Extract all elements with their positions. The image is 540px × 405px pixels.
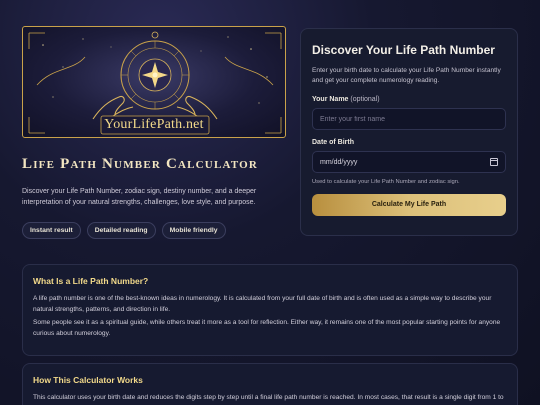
name-input[interactable]	[312, 108, 506, 130]
badge-mobile-friendly: Mobile friendly	[161, 222, 226, 239]
page-title: Life Path Number Calculator	[22, 156, 259, 172]
dob-hint: Used to calculate your Life Path Number …	[312, 179, 460, 185]
form-title: Discover Your Life Path Number	[312, 43, 495, 57]
calendar-icon[interactable]	[490, 158, 498, 166]
section-how-it-works: How This Calculator Works This calculato…	[22, 363, 518, 405]
dob-label: Date of Birth	[312, 139, 354, 146]
page: YourLifePath.net Life Path Number Calcul…	[0, 0, 540, 405]
name-optional-note: (optional)	[350, 96, 380, 103]
intro-text: Discover your Life Path Number, zodiac s…	[22, 188, 257, 206]
section-title: How This Calculator Works	[33, 375, 143, 385]
section-paragraph: This calculator uses your birth date and…	[33, 394, 504, 405]
dob-input-value: mm/dd/yyyy	[320, 158, 358, 166]
section-what-is: What Is a Life Path Number? A life path …	[22, 264, 518, 356]
calculate-button[interactable]: Calculate My Life Path	[312, 193, 506, 216]
badge-instant-result: Instant result	[22, 222, 81, 239]
logo-text: YourLifePath.net	[104, 117, 204, 132]
section-paragraph: Some people see it as a spiritual guide,…	[33, 319, 501, 337]
section-title: What Is a Life Path Number?	[33, 276, 149, 286]
name-label-text: Your Name	[312, 96, 349, 103]
site-logo[interactable]: YourLifePath.net	[22, 26, 286, 138]
badge-detailed-reading: Detailed reading	[86, 222, 156, 239]
form-description: Enter your birth date to calculate your …	[312, 67, 501, 84]
feature-badges: Instant result Detailed reading Mobile f…	[22, 222, 226, 239]
name-label: Your Name (optional)	[312, 96, 506, 103]
dob-input[interactable]: mm/dd/yyyy	[312, 151, 506, 173]
section-paragraph: A life path number is one of the best-kn…	[33, 295, 492, 313]
calculator-form: Discover Your Life Path Number Enter you…	[300, 28, 518, 236]
